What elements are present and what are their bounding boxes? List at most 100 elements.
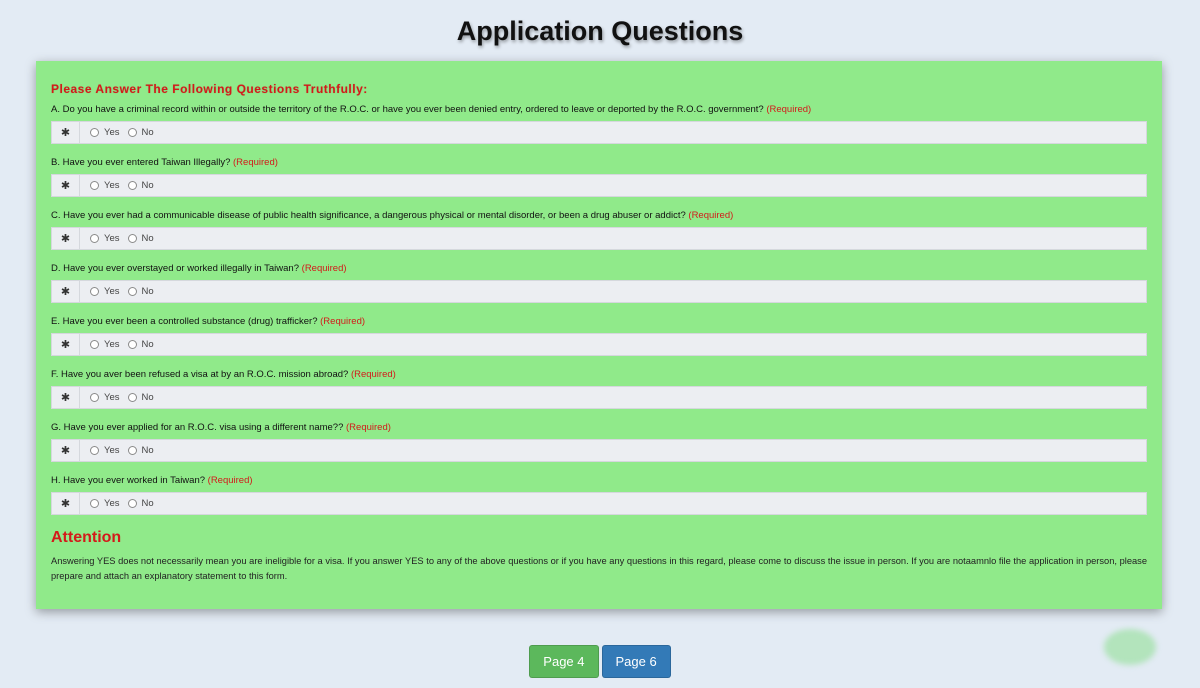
required-tag: (Required) bbox=[766, 104, 812, 115]
yes-radio[interactable] bbox=[90, 393, 99, 402]
question-label: F. Have you aver been refused a visa at … bbox=[51, 369, 349, 380]
yes-label: Yes bbox=[104, 180, 120, 191]
question-h: H. Have you ever worked in Taiwan? (Requ… bbox=[51, 470, 1147, 523]
yes-label: Yes bbox=[104, 445, 120, 456]
no-label: No bbox=[141, 445, 154, 456]
answer-row: ✱ Yes No bbox=[51, 492, 1147, 515]
answer-row: ✱ Yes No bbox=[51, 386, 1147, 409]
question-d: D. Have you ever overstayed or worked il… bbox=[51, 258, 1147, 311]
answer-row: ✱ Yes No bbox=[51, 174, 1147, 197]
yes-option[interactable]: Yes bbox=[90, 286, 120, 297]
next-page-button[interactable]: Page 6 bbox=[601, 645, 671, 678]
yes-label: Yes bbox=[104, 392, 120, 403]
question-label: B. Have you ever entered Taiwan Illegall… bbox=[51, 157, 231, 168]
no-option[interactable]: No bbox=[127, 445, 154, 456]
no-radio[interactable] bbox=[127, 181, 137, 190]
no-option[interactable]: No bbox=[127, 392, 154, 403]
yes-radio[interactable] bbox=[90, 234, 99, 243]
yes-label: Yes bbox=[104, 286, 120, 297]
yes-radio[interactable] bbox=[90, 287, 99, 296]
required-tag: (Required) bbox=[320, 316, 366, 327]
required-star-icon: ✱ bbox=[52, 175, 80, 196]
no-radio[interactable] bbox=[127, 287, 137, 296]
question-b: B. Have you ever entered Taiwan Illegall… bbox=[51, 152, 1147, 205]
required-star-icon: ✱ bbox=[52, 493, 80, 514]
no-option[interactable]: No bbox=[127, 127, 154, 138]
question-f: F. Have you aver been refused a visa at … bbox=[51, 364, 1147, 417]
no-radio[interactable] bbox=[127, 499, 137, 508]
no-radio[interactable] bbox=[127, 446, 137, 455]
no-radio[interactable] bbox=[127, 128, 137, 137]
yes-label: Yes bbox=[104, 498, 120, 509]
no-radio[interactable] bbox=[127, 234, 137, 243]
application-page: Application Questions Please Answer The … bbox=[0, 0, 1200, 688]
no-radio[interactable] bbox=[127, 340, 137, 349]
attention-text: Answering YES does not necessarily mean … bbox=[51, 556, 1147, 581]
question-text: F. Have you aver been refused a visa at … bbox=[51, 364, 1147, 386]
question-text: C. Have you ever had a communicable dise… bbox=[51, 205, 1147, 227]
question-label: E. Have you ever been a controlled subst… bbox=[51, 316, 318, 327]
questions-list: A. Do you have a criminal record within … bbox=[51, 99, 1147, 523]
required-tag: (Required) bbox=[301, 263, 347, 274]
no-radio[interactable] bbox=[127, 393, 137, 402]
question-text: B. Have you ever entered Taiwan Illegall… bbox=[51, 152, 1147, 174]
questions-panel: Please Answer The Following Questions Tr… bbox=[36, 61, 1162, 665]
required-tag: (Required) bbox=[233, 157, 278, 168]
required-star-icon: ✱ bbox=[52, 387, 80, 408]
question-g: G. Have you ever applied for an R.O.C. v… bbox=[51, 417, 1147, 470]
required-star-icon: ✱ bbox=[52, 228, 80, 249]
question-text: G. Have you ever applied for an R.O.C. v… bbox=[51, 417, 1147, 439]
no-label: No bbox=[141, 392, 154, 403]
question-c: C. Have you ever had a communicable dise… bbox=[51, 205, 1147, 258]
yes-option[interactable]: Yes bbox=[90, 445, 120, 456]
required-tag: (Required) bbox=[346, 422, 391, 433]
yes-radio[interactable] bbox=[90, 128, 99, 137]
answer-row: ✱ Yes No bbox=[51, 121, 1147, 144]
prev-page-button[interactable]: Page 4 bbox=[529, 645, 599, 678]
no-label: No bbox=[141, 498, 154, 509]
attention-heading: Attention bbox=[51, 529, 122, 546]
required-star-icon: ✱ bbox=[52, 281, 80, 302]
no-option[interactable]: No bbox=[127, 180, 154, 191]
yes-option[interactable]: Yes bbox=[90, 127, 120, 138]
yes-label: Yes bbox=[104, 233, 120, 244]
yes-radio[interactable] bbox=[90, 499, 99, 508]
question-text: H. Have you ever worked in Taiwan? (Requ… bbox=[51, 470, 1147, 492]
yes-option[interactable]: Yes bbox=[90, 233, 120, 244]
yes-label: Yes bbox=[104, 127, 120, 138]
no-option[interactable]: No bbox=[127, 339, 154, 350]
yes-radio[interactable] bbox=[90, 446, 99, 455]
question-e: E. Have you ever been a controlled subst… bbox=[51, 311, 1147, 364]
answer-row: ✱ Yes No bbox=[51, 280, 1147, 303]
yes-option[interactable]: Yes bbox=[90, 339, 120, 350]
yes-radio[interactable] bbox=[90, 340, 99, 349]
question-a: A. Do you have a criminal record within … bbox=[51, 99, 1147, 152]
question-text: D. Have you ever overstayed or worked il… bbox=[51, 258, 1147, 280]
question-text: E. Have you ever been a controlled subst… bbox=[51, 311, 1147, 333]
no-label: No bbox=[141, 180, 154, 191]
page-title: Application Questions bbox=[456, 16, 744, 46]
required-star-icon: ✱ bbox=[52, 122, 80, 143]
yes-option[interactable]: Yes bbox=[90, 180, 120, 191]
yes-option[interactable]: Yes bbox=[90, 392, 120, 403]
question-label: D. Have you ever overstayed or worked il… bbox=[51, 263, 300, 274]
answer-row: ✱ Yes No bbox=[51, 227, 1147, 250]
form-intro: Please Answer The Following Questions Tr… bbox=[51, 82, 368, 96]
question-label: C. Have you ever had a communicable dise… bbox=[51, 210, 686, 221]
question-label: A. Do you have a criminal record within … bbox=[51, 104, 764, 115]
yes-radio[interactable] bbox=[90, 181, 99, 190]
no-option[interactable]: No bbox=[127, 233, 154, 244]
answer-row: ✱ Yes No bbox=[51, 439, 1147, 462]
required-star-icon: ✱ bbox=[52, 440, 80, 461]
no-label: No bbox=[141, 339, 154, 350]
required-tag: (Required) bbox=[207, 475, 253, 486]
answer-row: ✱ Yes No bbox=[51, 333, 1147, 356]
question-label: G. Have you ever applied for an R.O.C. v… bbox=[51, 422, 344, 433]
no-option[interactable]: No bbox=[127, 498, 154, 509]
question-label: H. Have you ever worked in Taiwan? bbox=[51, 475, 206, 486]
required-tag: (Required) bbox=[350, 369, 396, 380]
no-label: No bbox=[141, 127, 154, 138]
required-star-icon: ✱ bbox=[52, 334, 80, 355]
no-option[interactable]: No bbox=[127, 286, 154, 297]
yes-option[interactable]: Yes bbox=[90, 498, 120, 509]
